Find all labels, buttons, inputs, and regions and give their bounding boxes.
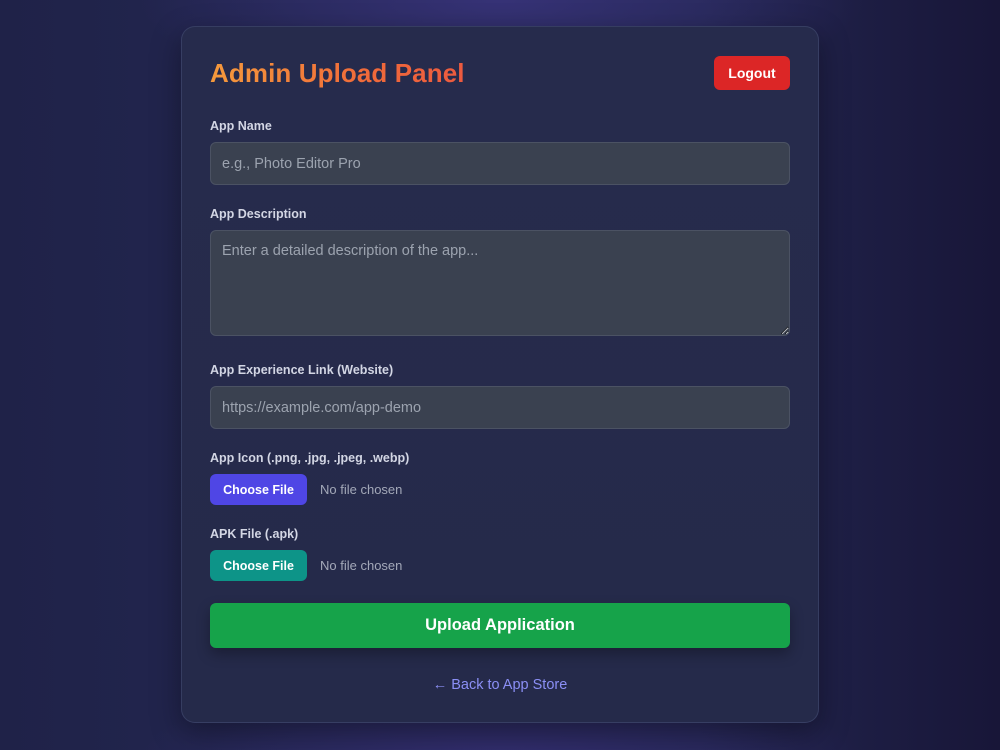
apk-file-status: No file chosen (320, 558, 403, 573)
back-to-app-store-link[interactable]: ← Back to App Store (182, 677, 818, 693)
app-icon-field: App Icon (.png, .jpg, .jpeg, .webp) Choo… (210, 451, 790, 505)
apk-file-picker: Choose File No file chosen (210, 550, 790, 581)
logout-button[interactable]: Logout (714, 56, 790, 90)
app-name-field: App Name (210, 119, 790, 185)
page-title: Admin Upload Panel (210, 57, 465, 88)
app-icon-file-status: No file chosen (320, 482, 403, 497)
panel-header: Admin Upload Panel Logout (210, 55, 790, 91)
app-description-label: App Description (210, 207, 307, 221)
upload-application-button[interactable]: Upload Application (210, 603, 790, 648)
upload-panel-card: Admin Upload Panel Logout App Name App D… (181, 26, 819, 723)
apk-file-label: APK File (.apk) (210, 527, 299, 541)
app-name-input[interactable] (210, 142, 790, 185)
app-description-field: App Description (210, 207, 790, 336)
app-icon-choose-file-button[interactable]: Choose File (210, 474, 307, 505)
apk-choose-file-button[interactable]: Choose File (210, 550, 307, 581)
experience-link-input[interactable] (210, 386, 790, 429)
experience-link-field: App Experience Link (Website) (210, 363, 790, 429)
app-name-label: App Name (210, 119, 272, 133)
experience-link-label: App Experience Link (Website) (210, 363, 394, 377)
app-description-textarea[interactable] (210, 230, 790, 336)
apk-file-field: APK File (.apk) Choose File No file chos… (210, 527, 790, 581)
app-icon-label: App Icon (.png, .jpg, .jpeg, .webp) (210, 451, 410, 465)
app-icon-file-picker: Choose File No file chosen (210, 474, 790, 505)
